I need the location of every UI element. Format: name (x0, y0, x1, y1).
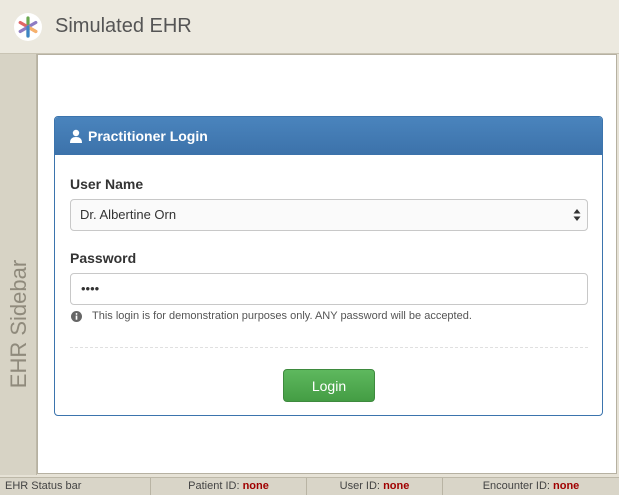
info-circle-icon (71, 310, 82, 322)
username-select[interactable]: Dr. Albertine Orn (70, 199, 588, 231)
app-header: Simulated EHR (0, 0, 619, 54)
ehr-app: Simulated EHR EHR Sidebar Practitioner L… (0, 0, 619, 495)
main-content: Practitioner Login User Name Dr. Alberti… (37, 54, 617, 474)
patient-id-value: none (242, 480, 269, 492)
user-id-value: none (383, 480, 410, 492)
help-text-row: This login is for demonstration purposes… (71, 310, 472, 322)
select-arrows-icon (573, 209, 581, 221)
status-bar-title: EHR Status bar (0, 478, 151, 495)
encounter-id-label: Encounter ID: (482, 480, 550, 492)
panel-heading-text: Practitioner Login (88, 128, 208, 144)
practitioner-login-panel: Practitioner Login User Name Dr. Alberti… (54, 116, 603, 416)
login-button[interactable]: Login (283, 369, 375, 402)
asterisk-multicolor-icon (14, 13, 42, 41)
user-icon (70, 129, 82, 143)
password-value: •••• (81, 281, 100, 296)
status-encounter-id: Encounter ID: none (443, 478, 619, 495)
panel-heading: Practitioner Login (55, 117, 602, 155)
status-user-id: User ID: none (307, 478, 443, 495)
sidebar-label: EHR Sidebar (6, 259, 31, 389)
username-label: User Name (70, 176, 144, 192)
status-bar: EHR Status bar Patient ID: none User ID:… (0, 477, 619, 495)
patient-id-label: Patient ID: (188, 480, 240, 492)
username-selected-value: Dr. Albertine Orn (80, 207, 177, 222)
form-divider (70, 347, 588, 348)
status-patient-id: Patient ID: none (151, 478, 307, 495)
password-label: Password (70, 250, 137, 266)
ehr-sidebar: EHR Sidebar (0, 54, 37, 475)
encounter-id-value: none (553, 480, 580, 492)
help-text: This login is for demonstration purposes… (92, 310, 472, 322)
app-title: Simulated EHR (55, 15, 192, 37)
password-input[interactable]: •••• (70, 273, 588, 305)
user-id-label: User ID: (339, 480, 380, 492)
